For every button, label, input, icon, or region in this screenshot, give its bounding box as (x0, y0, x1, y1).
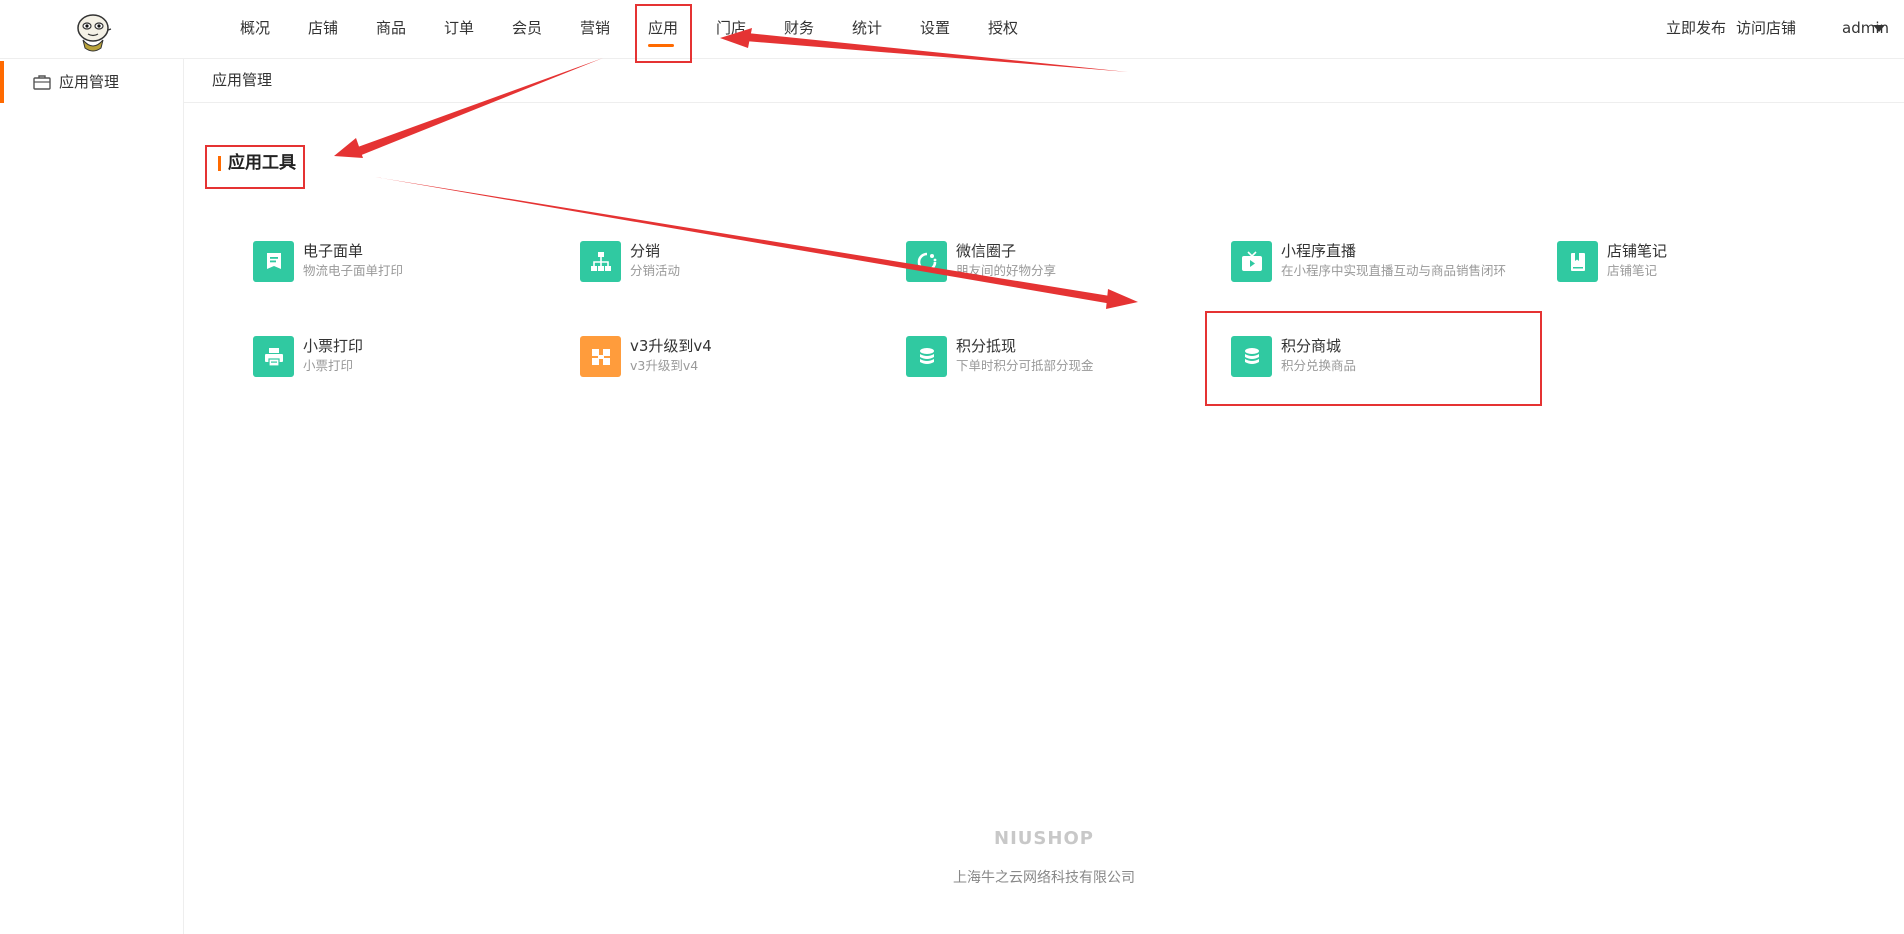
briefcase-icon (33, 74, 51, 90)
app-card-receipt-print[interactable]: 小票打印 小票打印 (253, 336, 553, 384)
app-card-v3-upgrade[interactable]: v3升级到v4 v3升级到v4 (580, 336, 880, 384)
document-icon (253, 241, 294, 282)
footer-company: 上海牛之云网络科技有限公司 (953, 870, 1135, 886)
app-card-title: 微信圈子 (956, 242, 1017, 260)
app-card-desc: 分销活动 (630, 263, 681, 278)
org-chart-icon (580, 241, 621, 282)
app-card-title: v3升级到v4 (630, 337, 712, 355)
nav-item-marketing[interactable]: 营销 (580, 17, 610, 39)
footer-brand: NIUSHOP (994, 828, 1094, 849)
app-card-e-waybill[interactable]: 电子面单 物流电子面单打印 (253, 241, 553, 289)
nav-item-members[interactable]: 会员 (512, 17, 542, 39)
app-card-title: 积分抵现 (956, 337, 1017, 355)
app-card-title: 分销 (630, 242, 661, 260)
app-card-desc: 店铺笔记 (1607, 263, 1658, 278)
nav-item-goods[interactable]: 商品 (376, 17, 406, 39)
app-card-shop-notes[interactable]: 店铺笔记 店铺笔记 (1557, 241, 1857, 289)
printer-icon (253, 336, 294, 377)
upgrade-icon (580, 336, 621, 377)
breadcrumb: 应用管理 (212, 71, 273, 89)
app-card-desc: 下单时积分可抵部分现金 (956, 358, 1094, 373)
nav-item-shop[interactable]: 店铺 (308, 17, 338, 39)
app-card-title: 店铺笔记 (1607, 242, 1668, 260)
refresh-circle-icon (906, 241, 947, 282)
logo[interactable] (74, 12, 112, 52)
breadcrumb-bar: 应用管理 (184, 59, 1904, 103)
app-card-title: 小票打印 (303, 337, 364, 355)
app-card-title: 电子面单 (303, 242, 364, 260)
tv-icon (1231, 241, 1272, 282)
nav-item-finance[interactable]: 财务 (784, 17, 814, 39)
app-card-desc: v3升级到v4 (630, 358, 699, 373)
coins-icon (906, 336, 947, 377)
app-card-title: 小程序直播 (1281, 242, 1357, 260)
sidebar-item-label: 应用管理 (59, 73, 120, 91)
app-card-desc: 朋友间的好物分享 (956, 263, 1057, 278)
nav-item-stores[interactable]: 门店 (716, 17, 746, 39)
annotation-arrows (334, 28, 1138, 309)
highlight-box-section-title (205, 145, 305, 189)
app-card-points-deduction[interactable]: 积分抵现 下单时积分可抵部分现金 (906, 336, 1206, 384)
nav-item-stats[interactable]: 统计 (852, 17, 882, 39)
nav-item-orders[interactable]: 订单 (444, 17, 474, 39)
visit-shop-link[interactable]: 访问店铺 (1736, 17, 1796, 39)
nav-item-settings[interactable]: 设置 (920, 17, 950, 39)
app-card-desc: 小票打印 (303, 358, 354, 373)
book-icon (1557, 241, 1598, 282)
app-card-desc: 在小程序中实现直播互动与商品销售闭环 (1281, 263, 1507, 278)
nav-item-license[interactable]: 授权 (988, 17, 1018, 39)
caret-down-icon[interactable] (1873, 25, 1885, 32)
sidebar: 应用管理 (0, 59, 184, 934)
publish-now-link[interactable]: 立即发布 (1666, 17, 1726, 39)
highlight-box-points-mall (1205, 311, 1542, 406)
app-card-desc: 物流电子面单打印 (303, 263, 404, 278)
nav-item-overview[interactable]: 概况 (240, 17, 270, 39)
highlight-box-nav-apps (635, 4, 692, 63)
app-card-distribution[interactable]: 分销 分销活动 (580, 241, 880, 289)
sidebar-item-app-management[interactable]: 应用管理 (0, 61, 183, 103)
app-card-mini-live[interactable]: 小程序直播 在小程序中实现直播互动与商品销售闭环 (1231, 241, 1531, 289)
app-card-wechat-circle[interactable]: 微信圈子 朋友间的好物分享 (906, 241, 1206, 289)
top-header: 概况 店铺 商品 订单 会员 营销 应用 门店 财务 统计 设置 授权 立即发布… (0, 0, 1904, 59)
